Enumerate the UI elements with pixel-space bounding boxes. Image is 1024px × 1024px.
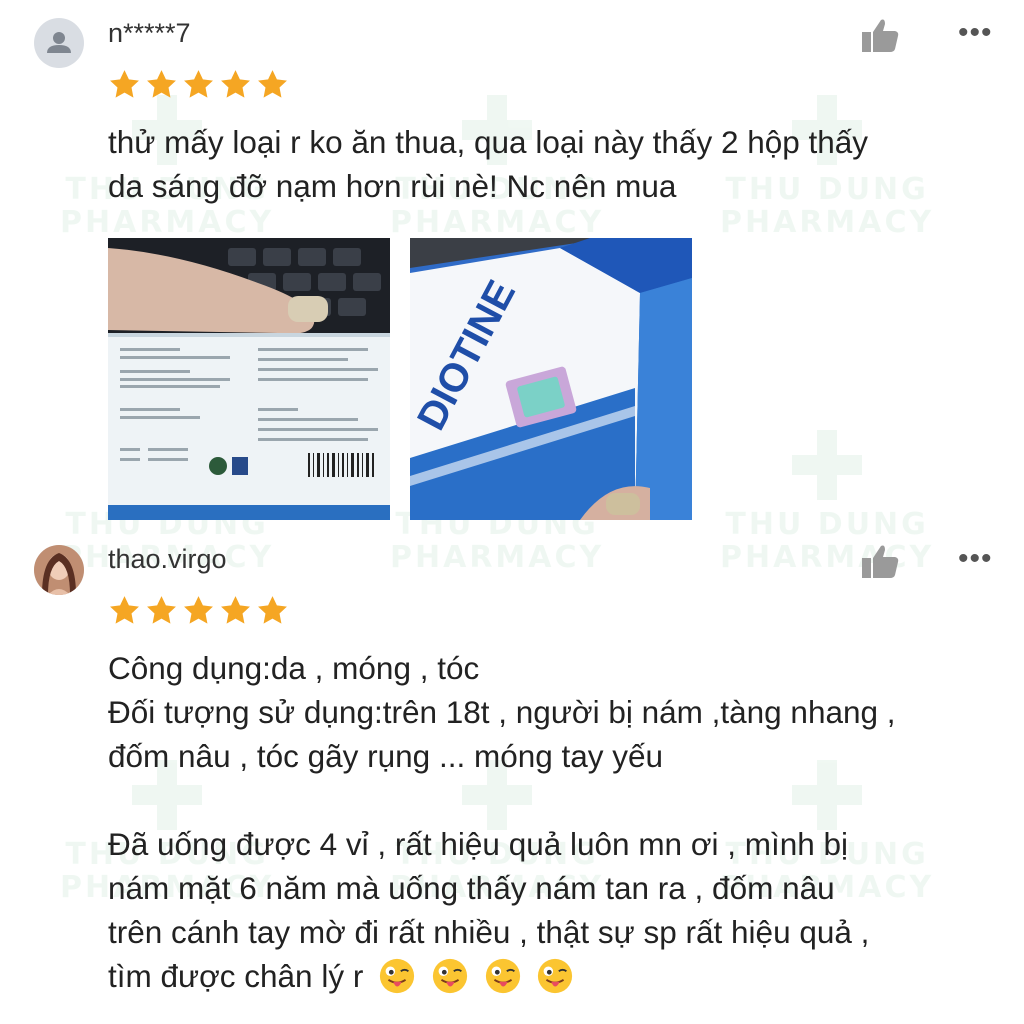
review-text-line: tìm được chân lý r xyxy=(108,958,364,994)
review-text: thử mấy loại r ko ăn thua, qua loại này … xyxy=(108,120,998,208)
user-photo-icon xyxy=(34,545,84,595)
star-icon xyxy=(258,70,287,98)
review-text-line: trên cánh tay mờ đi rất nhiều , thật sự … xyxy=(108,914,870,950)
review-text-line: Công dụng:da , móng , tóc xyxy=(108,650,480,686)
star-icon xyxy=(184,70,213,98)
review-text-line: đốm nâu , tóc gãy rụng ... móng tay yếu xyxy=(108,738,664,774)
star-icon xyxy=(110,70,139,98)
review-text-line: da sáng đỡ nạm hơn rùi nè! Nc nên mua xyxy=(108,168,677,204)
product-box-back-photo[interactable] xyxy=(108,238,390,520)
star-rating xyxy=(108,68,289,101)
more-options-icon[interactable]: ••• xyxy=(958,16,993,50)
review-text-line: Đã uống được 4 vỉ , rất hiệu quả luôn mn… xyxy=(108,826,849,862)
winking-tongue-emoji-icon xyxy=(485,958,520,994)
reviewer-username[interactable]: n*****7 xyxy=(108,18,191,49)
reviewer-username[interactable]: thao.virgo xyxy=(108,544,227,575)
avatar[interactable] xyxy=(34,545,84,595)
star-icon xyxy=(147,596,176,624)
review-text-line: Đối tượng sử dụng:trên 18t , người bị ná… xyxy=(108,694,896,730)
review-item: thao.virgo ••• Công dụng:da , móng , tóc… xyxy=(0,530,1024,1024)
review-text-line: nám mặt 6 năm mà uống thấy nám tan ra , … xyxy=(108,870,835,906)
star-icon xyxy=(221,70,250,98)
more-options-icon[interactable]: ••• xyxy=(958,542,993,576)
product-box-front-photo[interactable]: DIOTINE xyxy=(410,238,692,520)
star-icon xyxy=(258,596,287,624)
review-text: Công dụng:da , móng , tóc Đối tượng sử d… xyxy=(108,646,998,998)
avatar[interactable] xyxy=(34,18,84,68)
default-user-icon xyxy=(47,32,71,53)
winking-tongue-emoji-icon xyxy=(432,958,467,994)
review-text-line: thử mấy loại r ko ăn thua, qua loại này … xyxy=(108,124,869,160)
thumbs-up-icon[interactable] xyxy=(858,16,902,56)
star-icon xyxy=(110,596,139,624)
winking-tongue-emoji-icon xyxy=(379,958,415,994)
star-icon xyxy=(147,70,176,98)
thumbs-up-icon[interactable] xyxy=(858,542,902,582)
winking-tongue-emoji-icon xyxy=(538,958,573,994)
review-text-blank xyxy=(108,778,998,822)
star-rating xyxy=(108,594,289,627)
review-text-line-with-emoji: tìm được chân lý r xyxy=(108,954,998,998)
star-icon xyxy=(184,596,213,624)
review-item: n*****7 ••• thử mấy loại r ko ăn thua, q… xyxy=(0,0,1024,530)
star-icon xyxy=(221,596,250,624)
